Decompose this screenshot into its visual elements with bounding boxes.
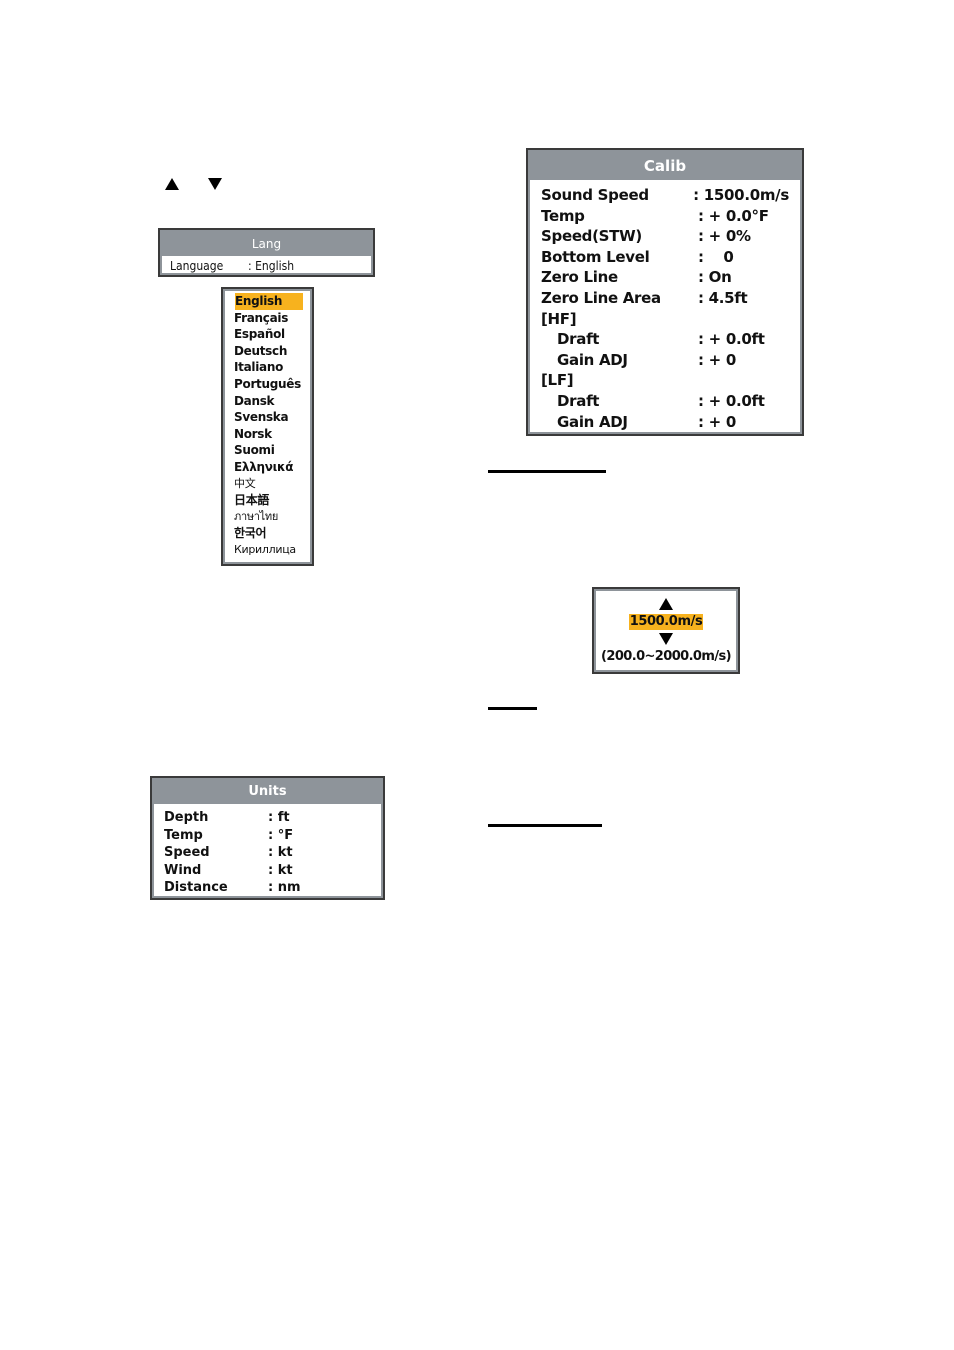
calib-row-zero-line-area[interactable]: Zero Line Area : 4.5ft	[541, 288, 789, 309]
language-label: Language	[170, 259, 224, 273]
up-arrow-icon	[165, 178, 179, 190]
units-row-wind[interactable]: Wind : kt	[164, 862, 371, 880]
setting-label: Draft	[557, 330, 600, 349]
section-heading-rule	[488, 707, 537, 710]
units-row-distance[interactable]: Distance : nm	[164, 879, 371, 897]
setting-value: °F	[277, 827, 294, 843]
setting-separator: :	[268, 827, 278, 843]
setting-separator: :	[268, 862, 278, 878]
calib-row-zero-line[interactable]: Zero Line : On	[541, 267, 789, 288]
setting-separator: :	[698, 330, 709, 349]
setting-value: kt	[277, 862, 293, 878]
setting-label: Wind	[164, 862, 202, 878]
language-option-chinese[interactable]: 中文	[234, 476, 312, 493]
setting-label: Temp	[541, 206, 585, 225]
section-heading-rule	[488, 824, 602, 827]
language-option-spanish[interactable]: Español	[234, 326, 312, 343]
language-option-french[interactable]: Français	[234, 310, 312, 327]
calib-row-lf-gain-adj[interactable]: Gain ADJ : + 0	[541, 412, 789, 433]
setting-value: + 0.0ft	[708, 330, 765, 349]
sound-speed-adjust-box: 1500.0m/s (200.0~2000.0m/s)	[592, 587, 740, 674]
units-row-speed[interactable]: Speed : kt	[164, 844, 371, 862]
setting-value: kt	[277, 845, 293, 860]
setting-separator: :	[698, 288, 709, 307]
setting-separator: :	[268, 880, 278, 895]
setting-label: Speed(STW)	[541, 227, 642, 246]
language-option-greek[interactable]: Ελληνικά	[234, 459, 312, 476]
lf-section-header: [LF]	[541, 371, 574, 390]
calib-row-bottom-level[interactable]: Bottom Level : 0	[541, 247, 789, 268]
section-heading-rule	[488, 470, 606, 473]
setting-separator: :	[693, 186, 704, 204]
setting-label: Gain ADJ	[557, 350, 628, 369]
setting-separator: :	[698, 391, 709, 410]
language-option-korean[interactable]: 한국어	[234, 525, 312, 542]
language-option-italian[interactable]: Italiano	[234, 359, 312, 376]
lang-menu-panel: Lang Language : English	[158, 228, 375, 277]
decrease-arrow-icon[interactable]	[659, 633, 673, 645]
calib-menu-panel: Calib Sound Speed : 1500.0m/s Temp : + 0…	[526, 148, 804, 436]
setting-label: Temp	[164, 827, 203, 843]
calib-panel-title: Calib	[530, 152, 800, 180]
language-separator: :	[248, 259, 256, 273]
language-value: English	[255, 259, 295, 273]
language-options-list: English Français Español Deutsch Italian…	[221, 287, 314, 566]
setting-value: 1500.0m/s	[703, 186, 790, 204]
language-option-german[interactable]: Deutsch	[234, 343, 312, 360]
setting-label: Distance	[164, 880, 228, 895]
language-option-cyrillic[interactable]: Кириллица	[234, 542, 312, 559]
units-row-depth[interactable]: Depth : ft	[164, 809, 371, 827]
sound-speed-value[interactable]: 1500.0m/s	[628, 614, 704, 630]
down-arrow-icon	[208, 178, 222, 190]
setting-value: nm	[277, 880, 301, 895]
setting-label: Bottom Level	[541, 247, 650, 266]
language-option-portuguese[interactable]: Português	[234, 376, 312, 393]
setting-separator: :	[698, 412, 709, 431]
calib-row-speed-stw[interactable]: Speed(STW) : + 0%	[541, 226, 789, 247]
units-menu-panel: Units Depth : ft Temp : °F Speed : kt Wi…	[150, 776, 385, 900]
language-option-norwegian[interactable]: Norsk	[234, 426, 312, 443]
language-option-finnish[interactable]: Suomi	[234, 442, 312, 459]
setting-separator: :	[698, 247, 709, 266]
language-option-swedish[interactable]: Svenska	[234, 409, 312, 426]
calib-row-temp[interactable]: Temp : + 0.0°F	[541, 206, 789, 227]
calib-row-hf-draft[interactable]: Draft : + 0.0ft	[541, 329, 789, 350]
setting-separator: :	[268, 810, 278, 825]
setting-label: Gain ADJ	[557, 412, 628, 431]
calib-row-lf-draft[interactable]: Draft : + 0.0ft	[541, 391, 789, 412]
setting-value: ft	[277, 810, 290, 825]
setting-value: + 0	[708, 412, 737, 431]
setting-label: Draft	[557, 391, 600, 410]
language-option-thai[interactable]: ภาษาไทย	[234, 509, 312, 526]
setting-separator: :	[698, 227, 709, 246]
language-option-japanese[interactable]: 日本語	[234, 492, 312, 509]
lang-panel-title: Lang	[162, 232, 371, 256]
language-setting-row[interactable]: Language : English	[170, 258, 363, 275]
units-row-temp[interactable]: Temp : °F	[164, 827, 371, 845]
setting-label: Zero Line	[541, 268, 618, 287]
setting-label: Zero Line Area	[541, 288, 661, 307]
setting-label: Depth	[164, 810, 209, 825]
sound-speed-range: (200.0~2000.0m/s)	[601, 649, 732, 664]
setting-value: 0	[708, 247, 734, 266]
hf-section-header: [HF]	[541, 309, 577, 328]
setting-value: + 0.0ft	[708, 391, 765, 410]
setting-label: Speed	[164, 845, 210, 860]
setting-value: On	[708, 268, 732, 287]
calib-row-sound-speed[interactable]: Sound Speed : 1500.0m/s	[541, 185, 789, 206]
increase-arrow-icon[interactable]	[659, 598, 673, 610]
language-option-danish[interactable]: Dansk	[234, 393, 312, 410]
setting-value: + 0	[708, 350, 737, 369]
setting-value: + 0%	[708, 227, 751, 246]
setting-value: + 0.0°F	[708, 206, 769, 225]
setting-separator: :	[268, 845, 278, 860]
setting-value: 4.5ft	[708, 288, 748, 307]
calib-row-hf-gain-adj[interactable]: Gain ADJ : + 0	[541, 350, 789, 371]
setting-separator: :	[698, 350, 709, 369]
setting-separator: :	[698, 268, 709, 287]
setting-label: Sound Speed	[541, 186, 649, 204]
setting-separator: :	[698, 206, 709, 225]
units-panel-title: Units	[154, 780, 381, 804]
language-option-english[interactable]: English	[235, 293, 303, 310]
